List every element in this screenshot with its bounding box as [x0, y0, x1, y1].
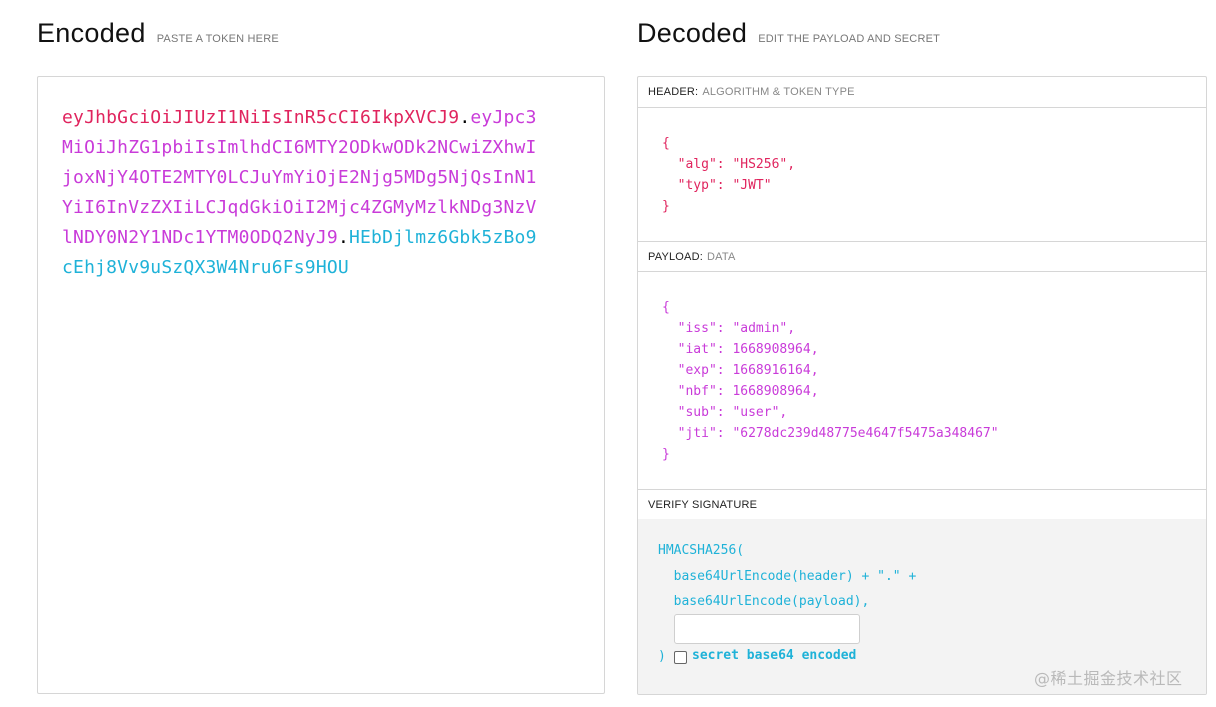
decoded-title: Decoded [637, 18, 748, 48]
header-json-editor[interactable]: { "alg": "HS256", "typ": "JWT" } [662, 133, 795, 217]
secret-base64-label[interactable]: secret base64 encoded [692, 648, 856, 663]
header-section-heading: HEADER: ALGORITHM & TOKEN TYPE [638, 77, 1206, 108]
payload-section-sublabel: DATA [707, 251, 736, 263]
token-dot-1: . [459, 107, 471, 128]
decoded-panel: HEADER: ALGORITHM & TOKEN TYPE { "alg": "… [637, 76, 1207, 695]
secret-input[interactable] [674, 614, 860, 644]
encoded-token-textarea[interactable]: eyJhbGciOiJIUzI1NiIsInR5cCI6IkpXVCJ9.eyJ… [37, 76, 605, 694]
encoded-subtitle: PASTE A TOKEN HERE [156, 33, 279, 45]
token-header-part: eyJhbGciOiJIUzI1NiIsInR5cCI6IkpXVCJ9 [62, 107, 460, 128]
header-section-label: HEADER: [648, 86, 699, 98]
payload-json-editor[interactable]: { "iss": "admin", "iat": 1668908964, "ex… [662, 297, 999, 465]
verify-close-paren: ) [658, 649, 666, 664]
encoded-title: Encoded [37, 18, 146, 48]
encoded-title-row: Encoded PASTE A TOKEN HERE [37, 18, 279, 49]
header-section-sublabel: ALGORITHM & TOKEN TYPE [702, 86, 855, 98]
decoded-subtitle: EDIT THE PAYLOAD AND SECRET [758, 33, 941, 45]
decoded-title-row: Decoded EDIT THE PAYLOAD AND SECRET [637, 18, 940, 49]
verify-section-heading: VERIFY SIGNATURE [638, 489, 1206, 520]
watermark: @稀土掘金技术社区 [1034, 669, 1183, 688]
payload-section-label: PAYLOAD: [648, 251, 703, 263]
verify-section-label: VERIFY SIGNATURE [648, 499, 758, 511]
verify-line-3: base64UrlEncode(payload), [658, 594, 870, 609]
payload-section-heading: PAYLOAD: DATA [638, 241, 1206, 272]
token-dot-2: . [337, 227, 349, 248]
encoded-token-text[interactable]: eyJhbGciOiJIUzI1NiIsInR5cCI6IkpXVCJ9.eyJ… [62, 103, 542, 283]
secret-base64-checkbox[interactable] [674, 651, 687, 664]
verify-line-2: base64UrlEncode(header) + "." + [658, 569, 917, 584]
verify-line-1: HMACSHA256( [658, 543, 745, 558]
